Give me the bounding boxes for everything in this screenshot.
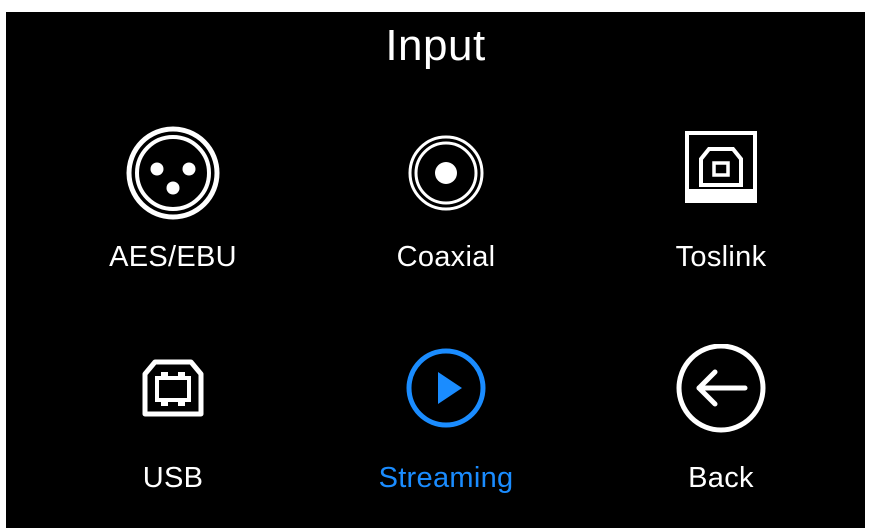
page-title: Input [385, 21, 486, 70]
input-option-label: AES/EBU [109, 241, 237, 273]
input-option-label: USB [142, 462, 204, 494]
input-option-label: Back [688, 462, 754, 494]
input-option-label: Toslink [675, 241, 767, 273]
back-arrow-icon [671, 344, 771, 444]
optical-toslink-icon [671, 123, 771, 223]
input-option-toslink[interactable]: Toslink [621, 123, 821, 283]
usb-b-icon [123, 344, 223, 444]
input-option-usb[interactable]: USB [73, 344, 273, 504]
input-option-streaming[interactable]: Streaming [346, 344, 546, 504]
input-option-label: Coaxial [396, 241, 496, 273]
rca-coaxial-icon [396, 123, 496, 223]
input-option-label: Streaming [378, 462, 514, 494]
play-circle-icon [396, 344, 496, 444]
input-option-coaxial[interactable]: Coaxial [346, 123, 546, 283]
xlr-connector-icon [123, 123, 223, 223]
input-select-screen: Input AES/EBU Coaxial Toslink USB Stream… [6, 12, 865, 528]
back-button[interactable]: Back [621, 344, 821, 504]
input-option-aes-ebu[interactable]: AES/EBU [73, 123, 273, 283]
